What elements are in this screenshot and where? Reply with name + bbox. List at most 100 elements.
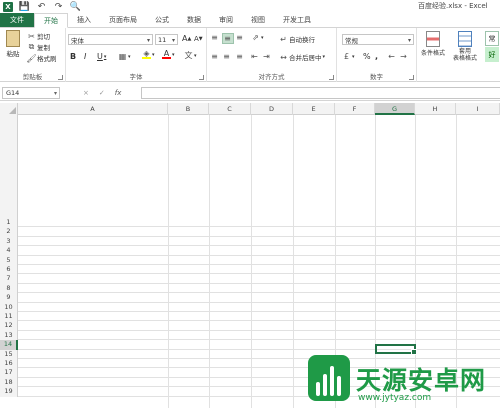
column-header-a[interactable]: A (18, 103, 168, 115)
cell-style-normal[interactable]: 常 (485, 31, 499, 46)
insert-function-icon[interactable]: fx (115, 89, 122, 97)
print-preview-icon[interactable]: 🔍 (70, 1, 81, 12)
clipboard-launcher-icon[interactable] (58, 75, 63, 80)
align-middle-button[interactable]: ≡ (222, 33, 234, 44)
tab-page-layout[interactable]: 页面布局 (100, 13, 146, 27)
increase-decimal-button[interactable]: ← (387, 52, 397, 61)
enter-icon[interactable]: ✓ (99, 89, 105, 97)
select-all-button[interactable] (0, 103, 18, 115)
column-header-b[interactable]: B (168, 103, 209, 115)
cancel-icon[interactable]: × (83, 89, 89, 97)
bold-button[interactable]: B (70, 52, 76, 61)
format-painter-button[interactable]: 🖌 格式刷 (26, 53, 56, 64)
table-row: 8 (0, 283, 500, 294)
redo-icon[interactable]: ↷ (53, 1, 64, 12)
border-icon: ▦ (118, 52, 127, 61)
percent-button[interactable]: % (363, 52, 371, 61)
format-as-table-button[interactable]: 套用 表格格式 (453, 31, 477, 62)
tab-file[interactable]: 文件 (0, 13, 34, 27)
fill-color-button[interactable]: ◈ ▾ (142, 49, 155, 59)
row-header[interactable]: 10 (0, 302, 18, 312)
column-header-d[interactable]: D (251, 103, 293, 115)
italic-button[interactable]: I (84, 52, 86, 61)
column-header-g[interactable]: G (375, 103, 415, 115)
row-header[interactable]: 15 (0, 349, 18, 359)
font-name-select[interactable]: 宋体 ▾ (68, 34, 153, 45)
row-header[interactable]: 8 (0, 283, 18, 294)
row-header[interactable]: 13 (0, 330, 18, 341)
align-top-button[interactable]: ≡ (210, 33, 220, 42)
tab-formulas[interactable]: 公式 (146, 13, 178, 27)
border-button[interactable]: ▦ ▾ (118, 52, 131, 61)
column-header-i[interactable]: I (456, 103, 500, 115)
alignment-launcher-icon[interactable] (329, 75, 334, 80)
wrap-text-button[interactable]: ↵ 自动换行 (279, 34, 315, 45)
row-header[interactable]: 5 (0, 255, 18, 265)
orientation-button[interactable]: ⇗ ▾ (251, 33, 263, 42)
table-row: 5 (0, 255, 500, 265)
name-box[interactable]: G14 ▾ (2, 87, 60, 99)
copy-button[interactable]: ⧉ 复制 (27, 42, 50, 52)
paste-button[interactable]: 粘贴 (3, 30, 23, 58)
number-launcher-icon[interactable] (409, 75, 414, 80)
align-left-button[interactable]: ≡ (210, 52, 220, 61)
cut-button[interactable]: ✂ 剪切 (27, 31, 50, 42)
undo-icon[interactable]: ↶ (36, 1, 47, 12)
column-header-f[interactable]: F (335, 103, 375, 115)
number-format-select[interactable]: 常规 ▾ (342, 34, 414, 45)
conditional-format-button[interactable]: 条件格式 (420, 31, 446, 57)
column-header-h[interactable]: H (415, 103, 456, 115)
align-right-icon: ≡ (236, 52, 243, 61)
row-header[interactable]: 9 (0, 293, 18, 303)
title-bar: X 💾 ↶ ↷ 🔍 百度经验.xlsx - Excel (0, 0, 500, 13)
decrease-decimal-icon: → (400, 52, 407, 61)
tab-developer[interactable]: 开发工具 (274, 13, 320, 27)
active-cell[interactable] (375, 344, 417, 355)
row-header[interactable]: 19 (0, 387, 18, 397)
decrease-indent-button[interactable]: ⇤ (250, 52, 260, 61)
cell-style-good[interactable]: 好 (485, 47, 499, 62)
row-header[interactable]: 18 (0, 377, 18, 388)
align-bottom-button[interactable]: ≡ (235, 33, 245, 42)
android-logo-icon (308, 355, 350, 401)
shrink-font-button[interactable]: A ▼ (194, 35, 203, 43)
currency-button[interactable]: £ ▾ (342, 52, 355, 61)
row-header[interactable]: 2 (0, 227, 18, 237)
font-size-select[interactable]: 11 ▾ (155, 34, 178, 45)
row-header[interactable]: 3 (0, 236, 18, 247)
tab-view[interactable]: 视图 (242, 13, 274, 27)
watermark-title: 天源安卓网 (356, 366, 487, 395)
row-header[interactable]: 12 (0, 321, 18, 331)
row-header[interactable]: 16 (0, 359, 18, 369)
row-header[interactable]: 7 (0, 274, 18, 284)
save-icon[interactable]: 💾 (19, 1, 30, 12)
underline-button[interactable]: U ▾ (97, 52, 106, 61)
align-center-button[interactable]: ≡ (222, 52, 232, 61)
grow-font-button[interactable]: A ▲ (182, 34, 191, 43)
table-row: 4 (0, 246, 500, 256)
font-launcher-icon[interactable] (199, 75, 204, 80)
decrease-decimal-button[interactable]: → (399, 52, 409, 61)
phonetic-button[interactable]: 文 ▾ (184, 51, 197, 60)
merge-center-button[interactable]: ↔ 合并后居中 ▾ (279, 52, 325, 63)
tab-review[interactable]: 审阅 (210, 13, 242, 27)
row-header[interactable]: 1 (0, 218, 18, 228)
increase-indent-button[interactable]: ⇥ (262, 52, 272, 61)
tab-insert[interactable]: 插入 (68, 13, 100, 27)
font-color-button[interactable]: A ▾ (162, 49, 175, 59)
tab-home[interactable]: 开始 (34, 13, 68, 28)
row-header[interactable]: 14 (0, 340, 18, 350)
row-header[interactable]: 6 (0, 265, 18, 275)
alignment-group: ≡ ≡ ≡ ⇗ ▾ ↵ 自动换行 ≡ ≡ ≡ ⇤ ⇥ ↔ 合并后居中 ▾ 对齐方式 (207, 28, 337, 82)
row-header[interactable]: 4 (0, 246, 18, 256)
align-right-button[interactable]: ≡ (235, 52, 245, 61)
row-header[interactable]: 11 (0, 312, 18, 322)
formula-input[interactable] (141, 87, 500, 99)
ribbon-tabs: 文件 开始 插入 页面布局 公式 数据 审阅 视图 开发工具 (0, 13, 500, 28)
row-header[interactable]: 17 (0, 368, 18, 378)
column-header-e[interactable]: E (293, 103, 335, 115)
table-row: 10 (0, 302, 500, 312)
tab-data[interactable]: 数据 (178, 13, 210, 27)
column-header-c[interactable]: C (209, 103, 251, 115)
comma-button[interactable]: , (375, 52, 378, 61)
